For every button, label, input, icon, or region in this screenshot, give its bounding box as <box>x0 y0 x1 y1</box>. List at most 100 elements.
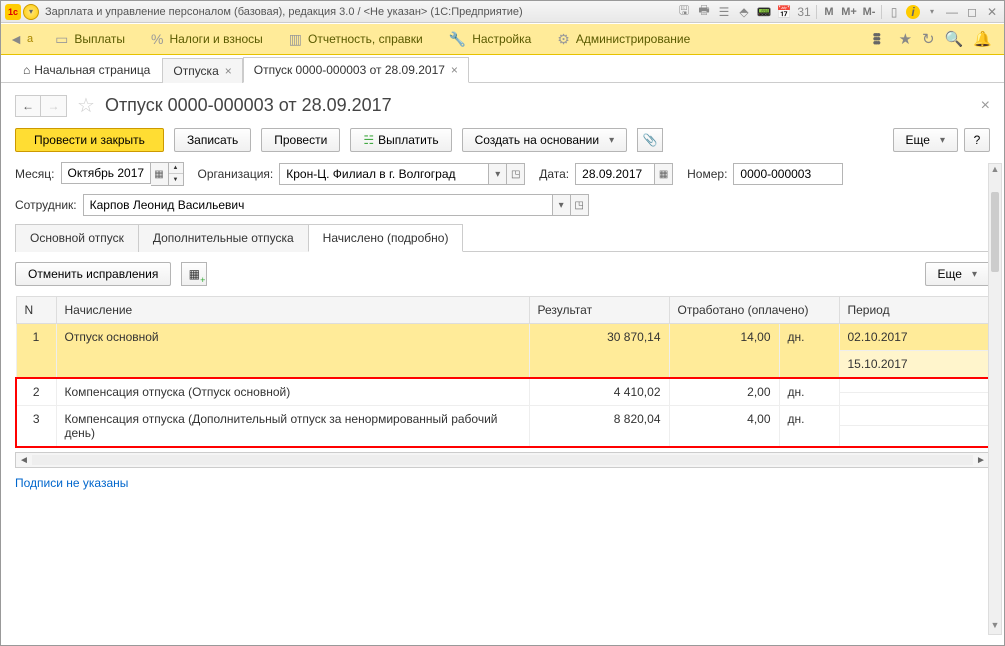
tab-additional[interactable]: Дополнительные отпуска <box>138 224 309 252</box>
minimize-icon[interactable]: — <box>944 4 960 20</box>
post-close-button[interactable]: Провести и закрыть <box>15 128 164 152</box>
dropdown-icon[interactable]: ▾ <box>553 194 571 216</box>
nav-back-icon[interactable]: ◄ <box>7 30 25 48</box>
table-row[interactable]: 2 Компенсация отпуска (Отпуск основной) … <box>16 378 989 392</box>
scroll-thumb[interactable] <box>991 192 999 272</box>
scroll-right-icon[interactable]: ► <box>973 455 989 466</box>
app-menu-dropdown[interactable]: ▾ <box>23 4 39 20</box>
print-icon[interactable]: 🖶 <box>696 4 712 20</box>
bell-icon[interactable]: 🔔 <box>973 30 992 48</box>
scroll-down-icon[interactable]: ▼ <box>989 620 1001 634</box>
date-input[interactable] <box>575 163 655 185</box>
menu-reports[interactable]: ▥Отчетность, справки <box>277 27 435 52</box>
calendar-picker-icon[interactable]: ▦ <box>151 162 169 186</box>
save-icon[interactable]: 🖫 <box>676 4 692 20</box>
cell-unit: дн. <box>779 324 839 379</box>
org-label: Организация: <box>198 167 274 181</box>
create-based-button[interactable]: Создать на основании <box>462 128 628 152</box>
col-accrual[interactable]: Начисление <box>56 297 529 324</box>
content-area: ← → ☆ Отпуск 0000-000003 от 28.09.2017 ×… <box>1 83 1004 645</box>
date-icon[interactable]: 31 <box>796 4 812 20</box>
btn-label: Выплатить <box>378 133 439 147</box>
home-tab[interactable]: ⌂ Начальная страница <box>11 58 162 82</box>
apps-icon[interactable]: ●●●●●●●●● <box>873 33 889 45</box>
tab-accrued[interactable]: Начислено (подробно) <box>308 224 464 252</box>
col-n[interactable]: N <box>16 297 56 324</box>
star-icon[interactable]: ★ <box>899 30 912 48</box>
nav-prev-button[interactable]: ← <box>15 95 41 117</box>
up-icon[interactable]: ▲ <box>169 163 183 174</box>
doc-header: ← → ☆ Отпуск 0000-000003 от 28.09.2017 × <box>15 93 990 118</box>
table-more-button[interactable]: Еще <box>925 262 990 286</box>
zoom-minus-icon[interactable]: M- <box>861 4 877 20</box>
save-button[interactable]: Записать <box>174 128 251 152</box>
cancel-fix-button[interactable]: Отменить исправления <box>15 262 171 286</box>
favorite-star-icon[interactable]: ☆ <box>77 93 95 118</box>
help-button[interactable]: ? <box>964 128 990 152</box>
pay-button[interactable]: ☵ Выплатить <box>350 128 451 152</box>
month-spinner[interactable]: ▲▼ <box>169 162 184 186</box>
calendar-icon[interactable]: 📅 <box>776 4 792 20</box>
tab-main-vacation[interactable]: Основной отпуск <box>15 224 139 252</box>
number-input[interactable] <box>733 163 843 185</box>
col-result[interactable]: Результат <box>529 297 669 324</box>
cell-worked: 4,00 <box>669 406 779 448</box>
doc-title: Отпуск 0000-000003 от 28.09.2017 <box>105 95 392 116</box>
post-button[interactable]: Провести <box>261 128 340 152</box>
menu-taxes[interactable]: %Налоги и взносы <box>139 27 275 51</box>
signatures-link[interactable]: Подписи не указаны <box>15 476 128 490</box>
col-worked[interactable]: Отработано (оплачено) <box>669 297 839 324</box>
menu-payments[interactable]: ▭Выплаты <box>43 27 137 52</box>
dropdown-icon[interactable]: ▾ <box>489 163 507 185</box>
scroll-up-icon[interactable]: ▲ <box>989 164 1001 178</box>
info-icon[interactable]: i <box>906 5 920 19</box>
employee-input[interactable] <box>83 194 553 216</box>
form-row-2: Сотрудник: ▾ ◳ <box>15 194 990 216</box>
open-icon[interactable]: ◳ <box>507 163 525 185</box>
scroll-left-icon[interactable]: ◄ <box>16 455 32 466</box>
col-period[interactable]: Период <box>839 297 989 324</box>
menu-admin[interactable]: ⚙Администрирование <box>545 27 702 52</box>
panel-icon[interactable]: ▯ <box>886 4 902 20</box>
cell-n: 3 <box>16 406 56 448</box>
open-icon[interactable]: ◳ <box>571 194 589 216</box>
close-tab-icon[interactable]: × <box>451 63 458 77</box>
attach-button[interactable]: 📎 <box>637 128 663 152</box>
calc-icon[interactable]: 📟 <box>756 4 772 20</box>
org-input[interactable] <box>279 163 489 185</box>
sub-toolbar: Отменить исправления ▦+ Еще <box>15 262 990 286</box>
zoom-plus-icon[interactable]: M+ <box>841 4 857 20</box>
tab-vacations[interactable]: Отпуска × <box>162 58 242 83</box>
doc-icon[interactable]: ☰ <box>716 4 732 20</box>
h-scrollbar[interactable]: ◄ ► <box>15 452 990 468</box>
zoom-m-icon[interactable]: M <box>821 4 837 20</box>
nav-next-button[interactable]: → <box>41 95 67 117</box>
down-icon[interactable]: ▼ <box>169 174 183 185</box>
search-icon[interactable]: 🔍 <box>945 30 964 48</box>
cell-n: 1 <box>16 324 56 379</box>
table-row[interactable]: 3 Компенсация отпуска (Дополнительный от… <box>16 406 989 426</box>
columns-button[interactable]: ▦+ <box>181 262 207 286</box>
close-doc-icon[interactable]: × <box>981 97 990 115</box>
wrench-icon: 🔧 <box>449 31 466 48</box>
nav-letter: а <box>27 33 33 45</box>
calendar-picker-icon[interactable]: ▦ <box>655 163 673 185</box>
more-button[interactable]: Еще <box>893 128 958 152</box>
month-input[interactable] <box>61 162 151 184</box>
history-icon[interactable]: ↻ <box>922 30 935 48</box>
close-tab-icon[interactable]: × <box>225 64 232 78</box>
employee-label: Сотрудник: <box>15 198 77 212</box>
scroll-track[interactable] <box>32 455 973 465</box>
v-scrollbar[interactable]: ▲ ▼ <box>988 163 1002 635</box>
menu-settings[interactable]: 🔧Настройка <box>437 27 544 52</box>
compare-icon[interactable]: ⬘ <box>736 4 752 20</box>
maximize-icon[interactable]: ◻ <box>964 4 980 20</box>
table-row[interactable]: 1 Отпуск основной 30 870,14 14,00 дн. 02… <box>16 324 989 351</box>
percent-icon: % <box>151 31 163 47</box>
info-dd-icon[interactable]: ▾ <box>924 4 940 20</box>
cell-period-to <box>839 426 989 447</box>
money-icon: ☵ <box>363 133 374 147</box>
tab-vacation-doc[interactable]: Отпуск 0000-000003 от 28.09.2017 × <box>243 57 469 83</box>
close-window-icon[interactable]: ✕ <box>984 4 1000 20</box>
tab-label: Отпуск 0000-000003 от 28.09.2017 <box>254 63 445 77</box>
